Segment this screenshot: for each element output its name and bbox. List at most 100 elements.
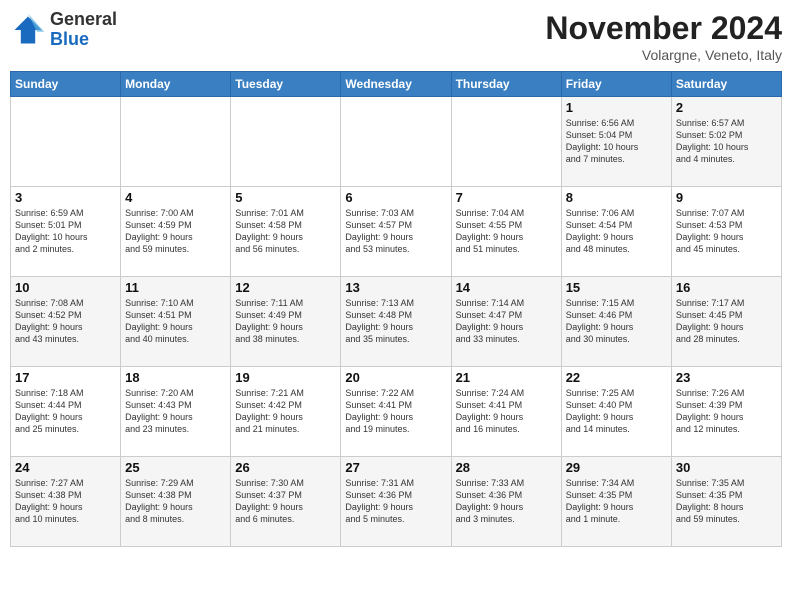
day-info: Sunrise: 7:01 AM Sunset: 4:58 PM Dayligh… bbox=[235, 207, 336, 256]
calendar-cell: 19Sunrise: 7:21 AM Sunset: 4:42 PM Dayli… bbox=[231, 367, 341, 457]
weekday-header: Sunday bbox=[11, 72, 121, 97]
calendar-cell: 2Sunrise: 6:57 AM Sunset: 5:02 PM Daylig… bbox=[671, 97, 781, 187]
calendar-cell: 21 Sunrise: 7:24 AM Sunset: 4:41 PM Dayli… bbox=[451, 367, 561, 457]
logo-icon bbox=[10, 12, 46, 48]
day-number: 20 bbox=[345, 370, 446, 385]
day-info: Sunrise: 7:30 AM Sunset: 4:37 PM Dayligh… bbox=[235, 477, 336, 526]
calendar-cell: 20 Sunrise: 7:22 AM Sunset: 4:41 PM Dayli… bbox=[341, 367, 451, 457]
calendar-cell: 9 Sunrise: 7:07 AM Sunset: 4:53 PM Daylig… bbox=[671, 187, 781, 277]
calendar-cell: 18Sunrise: 7:20 AM Sunset: 4:43 PM Dayli… bbox=[121, 367, 231, 457]
calendar-cell: 25 Sunrise: 7:29 AM Sunset: 4:38 PM Dayli… bbox=[121, 457, 231, 547]
calendar-cell: 26 Sunrise: 7:30 AM Sunset: 4:37 PM Dayli… bbox=[231, 457, 341, 547]
logo: General Blue bbox=[10, 10, 117, 50]
day-info: Sunrise: 6:56 AM Sunset: 5:04 PM Dayligh… bbox=[566, 117, 667, 166]
calendar-cell: 28 Sunrise: 7:33 AM Sunset: 4:36 PM Dayli… bbox=[451, 457, 561, 547]
location: Volargne, Veneto, Italy bbox=[545, 47, 782, 63]
day-number: 6 bbox=[345, 190, 446, 205]
calendar-body: 1 Sunrise: 6:56 AM Sunset: 5:04 PM Daylig… bbox=[11, 97, 782, 547]
day-number: 28 bbox=[456, 460, 557, 475]
calendar-cell: 29Sunrise: 7:34 AM Sunset: 4:35 PM Dayli… bbox=[561, 457, 671, 547]
weekday-header: Tuesday bbox=[231, 72, 341, 97]
calendar-cell bbox=[11, 97, 121, 187]
day-info: Sunrise: 7:18 AM Sunset: 4:44 PM Dayligh… bbox=[15, 387, 116, 436]
day-number: 3 bbox=[15, 190, 116, 205]
calendar-week-row: 10 Sunrise: 7:08 AM Sunset: 4:52 PM Dayli… bbox=[11, 277, 782, 367]
day-number: 22 bbox=[566, 370, 667, 385]
logo-general: General bbox=[50, 9, 117, 29]
calendar-header: SundayMondayTuesdayWednesdayThursdayFrid… bbox=[11, 72, 782, 97]
calendar-week-row: 3 Sunrise: 6:59 AM Sunset: 5:01 PM Daylig… bbox=[11, 187, 782, 277]
day-number: 10 bbox=[15, 280, 116, 295]
day-info: Sunrise: 7:04 AM Sunset: 4:55 PM Dayligh… bbox=[456, 207, 557, 256]
day-number: 1 bbox=[566, 100, 667, 115]
calendar-cell: 5 Sunrise: 7:01 AM Sunset: 4:58 PM Daylig… bbox=[231, 187, 341, 277]
day-number: 24 bbox=[15, 460, 116, 475]
day-number: 25 bbox=[125, 460, 226, 475]
day-info: Sunrise: 7:29 AM Sunset: 4:38 PM Dayligh… bbox=[125, 477, 226, 526]
day-info: Sunrise: 7:11 AM Sunset: 4:49 PM Dayligh… bbox=[235, 297, 336, 346]
calendar-cell bbox=[341, 97, 451, 187]
day-number: 11 bbox=[125, 280, 226, 295]
day-info: Sunrise: 7:13 AM Sunset: 4:48 PM Dayligh… bbox=[345, 297, 446, 346]
day-info: Sunrise: 7:27 AM Sunset: 4:38 PM Dayligh… bbox=[15, 477, 116, 526]
day-info: Sunrise: 7:14 AM Sunset: 4:47 PM Dayligh… bbox=[456, 297, 557, 346]
day-number: 8 bbox=[566, 190, 667, 205]
day-number: 7 bbox=[456, 190, 557, 205]
day-info: Sunrise: 7:15 AM Sunset: 4:46 PM Dayligh… bbox=[566, 297, 667, 346]
calendar-cell: 8 Sunrise: 7:06 AM Sunset: 4:54 PM Daylig… bbox=[561, 187, 671, 277]
day-info: Sunrise: 7:07 AM Sunset: 4:53 PM Dayligh… bbox=[676, 207, 777, 256]
day-info: Sunrise: 6:59 AM Sunset: 5:01 PM Dayligh… bbox=[15, 207, 116, 256]
calendar-cell: 11 Sunrise: 7:10 AM Sunset: 4:51 PM Dayli… bbox=[121, 277, 231, 367]
calendar-cell bbox=[121, 97, 231, 187]
weekday-header: Saturday bbox=[671, 72, 781, 97]
day-number: 14 bbox=[456, 280, 557, 295]
day-number: 15 bbox=[566, 280, 667, 295]
day-info: Sunrise: 7:06 AM Sunset: 4:54 PM Dayligh… bbox=[566, 207, 667, 256]
calendar-cell: 30Sunrise: 7:35 AM Sunset: 4:35 PM Dayli… bbox=[671, 457, 781, 547]
calendar-cell: 17Sunrise: 7:18 AM Sunset: 4:44 PM Dayli… bbox=[11, 367, 121, 457]
day-info: Sunrise: 7:24 AM Sunset: 4:41 PM Dayligh… bbox=[456, 387, 557, 436]
day-number: 5 bbox=[235, 190, 336, 205]
page-header: General Blue November 2024 Volargne, Ven… bbox=[10, 10, 782, 63]
day-number: 26 bbox=[235, 460, 336, 475]
day-number: 21 bbox=[456, 370, 557, 385]
weekday-header: Wednesday bbox=[341, 72, 451, 97]
day-info: Sunrise: 7:22 AM Sunset: 4:41 PM Dayligh… bbox=[345, 387, 446, 436]
day-info: Sunrise: 7:33 AM Sunset: 4:36 PM Dayligh… bbox=[456, 477, 557, 526]
calendar-cell: 24 Sunrise: 7:27 AM Sunset: 4:38 PM Dayli… bbox=[11, 457, 121, 547]
calendar-cell: 12Sunrise: 7:11 AM Sunset: 4:49 PM Dayli… bbox=[231, 277, 341, 367]
calendar-week-row: 1 Sunrise: 6:56 AM Sunset: 5:04 PM Daylig… bbox=[11, 97, 782, 187]
day-info: Sunrise: 7:21 AM Sunset: 4:42 PM Dayligh… bbox=[235, 387, 336, 436]
day-number: 4 bbox=[125, 190, 226, 205]
calendar-cell: 3 Sunrise: 6:59 AM Sunset: 5:01 PM Daylig… bbox=[11, 187, 121, 277]
day-info: Sunrise: 7:10 AM Sunset: 4:51 PM Dayligh… bbox=[125, 297, 226, 346]
calendar-cell: 7 Sunrise: 7:04 AM Sunset: 4:55 PM Daylig… bbox=[451, 187, 561, 277]
calendar-cell: 6Sunrise: 7:03 AM Sunset: 4:57 PM Daylig… bbox=[341, 187, 451, 277]
calendar-cell: 13 Sunrise: 7:13 AM Sunset: 4:48 PM Dayli… bbox=[341, 277, 451, 367]
day-info: Sunrise: 7:34 AM Sunset: 4:35 PM Dayligh… bbox=[566, 477, 667, 526]
day-number: 9 bbox=[676, 190, 777, 205]
day-info: Sunrise: 7:00 AM Sunset: 4:59 PM Dayligh… bbox=[125, 207, 226, 256]
logo-text: General Blue bbox=[50, 10, 117, 50]
logo-blue: Blue bbox=[50, 29, 89, 49]
calendar-cell: 14 Sunrise: 7:14 AM Sunset: 4:47 PM Dayli… bbox=[451, 277, 561, 367]
day-number: 13 bbox=[345, 280, 446, 295]
weekday-header: Monday bbox=[121, 72, 231, 97]
calendar-table: SundayMondayTuesdayWednesdayThursdayFrid… bbox=[10, 71, 782, 547]
day-info: Sunrise: 7:25 AM Sunset: 4:40 PM Dayligh… bbox=[566, 387, 667, 436]
calendar-cell: 4 Sunrise: 7:00 AM Sunset: 4:59 PM Daylig… bbox=[121, 187, 231, 277]
day-info: Sunrise: 7:20 AM Sunset: 4:43 PM Dayligh… bbox=[125, 387, 226, 436]
calendar-cell: 15 Sunrise: 7:15 AM Sunset: 4:46 PM Dayli… bbox=[561, 277, 671, 367]
day-info: Sunrise: 7:17 AM Sunset: 4:45 PM Dayligh… bbox=[676, 297, 777, 346]
day-info: Sunrise: 7:08 AM Sunset: 4:52 PM Dayligh… bbox=[15, 297, 116, 346]
calendar-cell: 27 Sunrise: 7:31 AM Sunset: 4:36 PM Dayli… bbox=[341, 457, 451, 547]
day-number: 2 bbox=[676, 100, 777, 115]
day-info: Sunrise: 7:31 AM Sunset: 4:36 PM Dayligh… bbox=[345, 477, 446, 526]
calendar-cell: 10 Sunrise: 7:08 AM Sunset: 4:52 PM Dayli… bbox=[11, 277, 121, 367]
day-number: 30 bbox=[676, 460, 777, 475]
calendar-cell bbox=[451, 97, 561, 187]
month-title: November 2024 bbox=[545, 10, 782, 47]
day-number: 27 bbox=[345, 460, 446, 475]
calendar-cell: 16Sunrise: 7:17 AM Sunset: 4:45 PM Dayli… bbox=[671, 277, 781, 367]
weekday-header: Thursday bbox=[451, 72, 561, 97]
